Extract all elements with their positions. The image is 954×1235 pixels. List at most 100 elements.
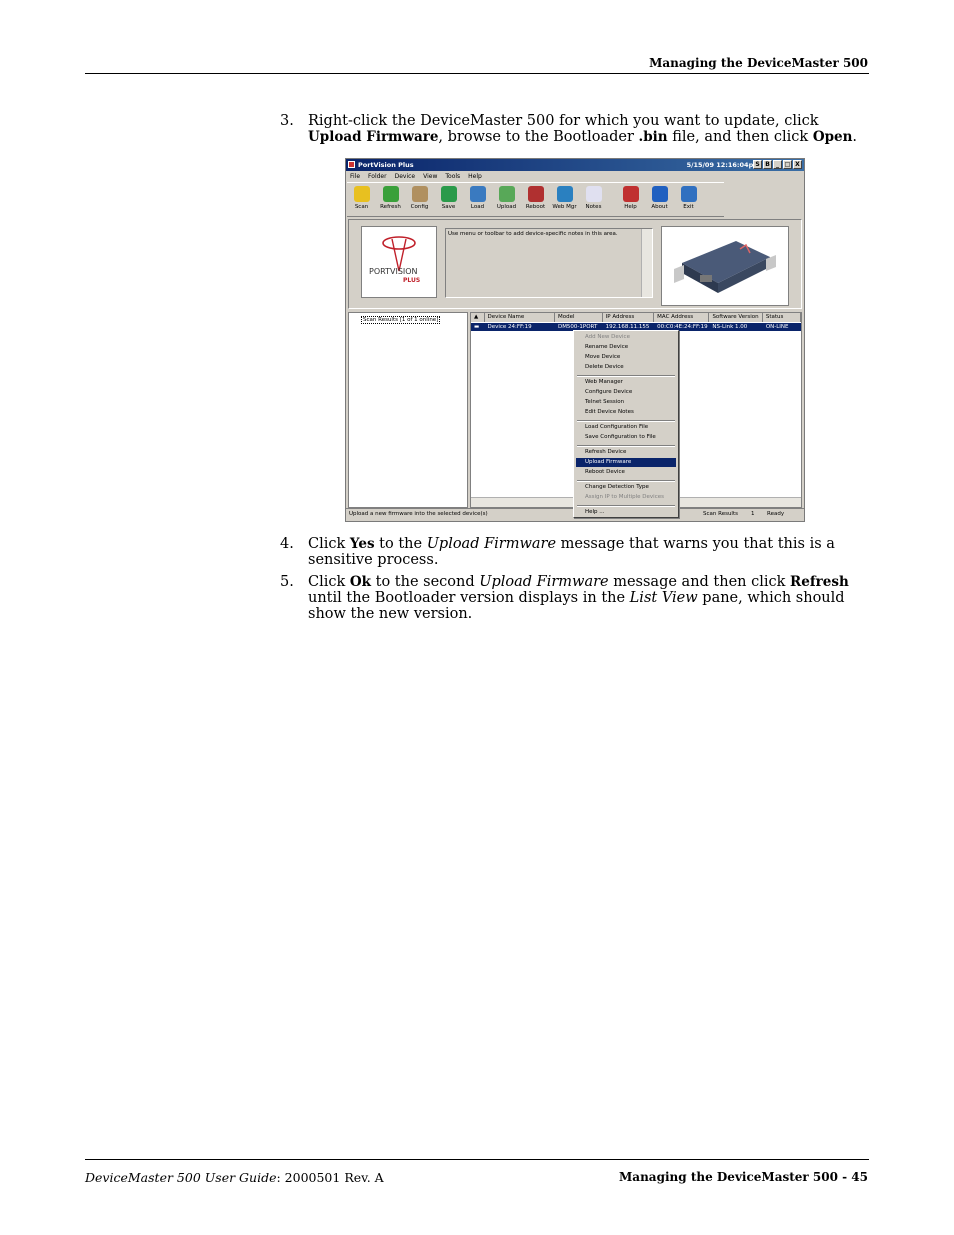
column-header[interactable]: Status (763, 313, 802, 322)
column-header[interactable]: Model (555, 313, 603, 322)
toolbar-label: Web Mgr (552, 204, 577, 210)
window-button[interactable]: □ (783, 160, 792, 169)
step-number: 4. (280, 536, 294, 552)
toolbar-label: Exit (683, 204, 694, 210)
context-menu-item[interactable]: Configure Device (576, 388, 676, 397)
column-header[interactable]: MAC Address (654, 313, 710, 322)
exit-button[interactable]: Exit (674, 183, 703, 216)
notes-text: Use menu or toolbar to add device-specif… (448, 231, 618, 237)
context-menu-item[interactable]: Edit Device Notes (576, 408, 676, 417)
save-icon (440, 186, 457, 202)
scan-button[interactable]: Scan (347, 183, 376, 216)
load-button[interactable]: Load (463, 183, 492, 216)
toolbar-label: Save (441, 204, 456, 210)
step-5: 5. Click Ok to the second Upload Firmwar… (280, 574, 870, 624)
toolbar-label: Refresh (380, 204, 401, 210)
notes-area[interactable]: Use menu or toolbar to add device-specif… (445, 228, 653, 298)
menu-separator (577, 375, 675, 377)
notes-scrollbar[interactable] (641, 229, 652, 297)
status-ready: Ready (767, 511, 785, 517)
context-menu-item[interactable]: Move Device (576, 353, 676, 362)
logo-text: PORTVISION (369, 267, 418, 276)
tree-pane: Scan Results [1 of 1 online] (348, 312, 468, 508)
toolbar-label: Config (410, 204, 429, 210)
menu-device[interactable]: Device (395, 172, 416, 181)
context-menu-item[interactable]: Web Manager (576, 378, 676, 387)
footer-rule (85, 1159, 869, 1160)
title-bar: PortVision Plus 5/15/09 12:16:04pm S B _ □ X (346, 159, 804, 171)
step-number: 5. (280, 574, 294, 590)
bold-term: .bin (638, 129, 668, 145)
window-button[interactable]: X (793, 160, 802, 169)
toolbar-label: About (651, 204, 668, 210)
toolbar-label: Reboot (525, 204, 546, 210)
footer-guide: DeviceMaster 500 User Guide: 2000501 Rev… (85, 1170, 384, 1185)
title-time: 5/15/09 12:16:04pm (686, 161, 760, 169)
context-menu-item[interactable]: Help ... (576, 508, 676, 517)
menu-help[interactable]: Help (468, 172, 482, 181)
web-mgr-icon (556, 186, 573, 202)
context-menu-item[interactable]: Load Configuration File (576, 423, 676, 432)
save-button[interactable]: Save (434, 183, 463, 216)
text-run: file, and then click (667, 129, 813, 145)
menu-file[interactable]: File (350, 172, 360, 181)
context-menu-item[interactable]: Rename Device (576, 343, 676, 352)
context-menu-item[interactable]: Telnet Session (576, 398, 676, 407)
context-menu-item[interactable]: Change Detection Type (576, 483, 676, 492)
menu-folder[interactable]: Folder (368, 172, 387, 181)
table-cell: ON-LINE (765, 324, 789, 330)
italic-term: List View (629, 590, 698, 606)
menu-tools[interactable]: Tools (445, 172, 460, 181)
menu-separator (577, 445, 675, 447)
bold-term: Refresh (790, 574, 849, 590)
reboot-button[interactable]: Reboot (521, 183, 550, 216)
text-run: until the Bootloader version displays in… (308, 590, 630, 606)
tree-node-scan-results[interactable]: Scan Results [1 of 1 online] (361, 316, 441, 324)
menu-separator (577, 480, 675, 482)
column-header[interactable]: IP Address (603, 313, 655, 322)
help-button[interactable]: Help (616, 183, 645, 216)
menu-separator (577, 505, 675, 507)
footer-guide-rev: : 2000501 Rev. A (276, 1170, 384, 1185)
step-text: Right-click the DeviceMaster 500 for whi… (308, 113, 870, 145)
context-menu-item[interactable]: Delete Device (576, 363, 676, 372)
window-button[interactable]: B (763, 160, 772, 169)
context-menu-item[interactable]: Save Configuration to File (576, 433, 676, 442)
sort-arrow-icon[interactable]: ▲ (471, 313, 485, 322)
web-mgr-button[interactable]: Web Mgr (550, 183, 579, 216)
window-button[interactable]: _ (773, 160, 782, 169)
menu-view[interactable]: View (423, 172, 437, 181)
context-menu-item[interactable]: Upload Firmware (576, 458, 676, 467)
table-cell: Device 24:FF:19 (487, 324, 532, 330)
step-4: 4. Click Yes to the Upload Firmware mess… (280, 536, 870, 570)
step-text: Click Yes to the Upload Firmware message… (308, 536, 870, 568)
notes-button[interactable]: Notes (579, 183, 608, 216)
upload-button[interactable]: Upload (492, 183, 521, 216)
app-icon (348, 161, 355, 168)
portvision-logo: PORTVISION PLUS (361, 226, 437, 298)
status-message: Upload a new firmware into the selected … (349, 511, 488, 517)
toolbar-separator (608, 183, 616, 216)
window-button[interactable]: S (753, 160, 762, 169)
config-button[interactable]: Config (405, 183, 434, 216)
column-header[interactable]: Software Version (709, 313, 763, 322)
context-menu-item[interactable]: Reboot Device (576, 468, 676, 477)
column-header[interactable]: Device Name (485, 313, 555, 322)
italic-term: Upload Firmware (426, 536, 557, 552)
toolbar-label: Load (470, 204, 485, 210)
context-menu-item[interactable]: Refresh Device (576, 448, 676, 457)
bold-term: Upload Firmware (308, 129, 439, 145)
about-button[interactable]: About (645, 183, 674, 216)
context-menu-item[interactable]: Add New Device (576, 333, 676, 342)
context-menu: Add New Device Rename Device Move Device De… (573, 330, 679, 518)
context-menu-item[interactable]: Assign IP to Multiple Devices (576, 493, 676, 502)
step-3: 3. Right-click the DeviceMaster 500 for … (280, 113, 870, 147)
text-run: message and then click (608, 574, 791, 590)
help-icon (622, 186, 639, 202)
toolbar: Scan Refresh Config Save Load Upload Reboot Web… (347, 182, 724, 217)
text-run: to the (374, 536, 427, 552)
about-icon (651, 186, 668, 202)
refresh-icon (382, 186, 399, 202)
reboot-icon (527, 186, 544, 202)
refresh-button[interactable]: Refresh (376, 183, 405, 216)
